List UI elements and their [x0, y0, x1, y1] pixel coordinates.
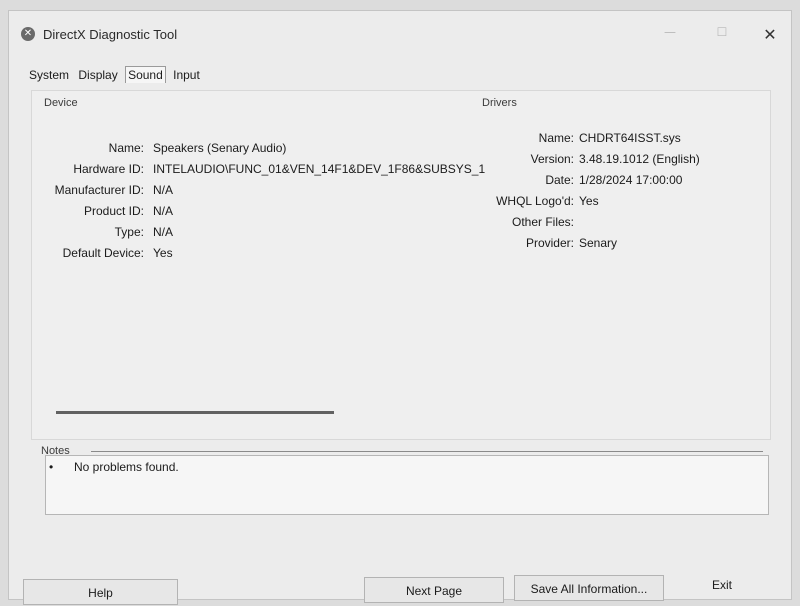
field-label: Manufacturer ID: [54, 183, 144, 197]
field-label: Hardware ID: [73, 162, 144, 176]
tab-system[interactable]: System [27, 67, 71, 83]
maximize-button[interactable]: ☐ [707, 25, 737, 45]
field-label: Provider: [525, 236, 574, 250]
help-button[interactable]: Help [23, 579, 178, 605]
exit-button[interactable]: Exit [652, 571, 792, 597]
field-label: Name: [538, 131, 574, 145]
field-value: Senary [579, 236, 618, 250]
tab-input[interactable]: Input [171, 67, 202, 83]
drivers-group-label: Drivers [482, 97, 517, 109]
sound-tab-panel: Device Drivers Name: Speakers (Senary Au… [31, 90, 771, 440]
title-bar: ✕ DirectX Diagnostic Tool — ☐ ✕ [9, 11, 791, 55]
field-label: Default Device: [62, 246, 144, 260]
notes-box[interactable]: • No problems found. [45, 455, 769, 515]
field-value: Yes [153, 246, 173, 260]
field-value: INTELAUDIO\FUNC_01&VEN_14F1&DEV_1F86&SUB… [153, 162, 486, 176]
field-label: Version: [530, 152, 574, 166]
dxdiag-window: ✕ DirectX Diagnostic Tool — ☐ ✕ System D… [8, 10, 792, 605]
device-horizontal-scrollbar[interactable] [56, 411, 334, 414]
minimize-button[interactable]: — [655, 25, 685, 45]
next-page-button[interactable]: Next Page [364, 577, 504, 603]
field-label: Date: [545, 173, 574, 187]
field-value: Speakers (Senary Audio) [153, 141, 287, 155]
tab-strip: System Display Sound Input [27, 66, 204, 84]
bullet-icon: • [49, 460, 54, 474]
field-label: Type: [114, 225, 144, 239]
directx-x-icon: ✕ [21, 27, 35, 41]
device-group-label: Device [44, 97, 78, 109]
tab-display[interactable]: Display [76, 67, 119, 83]
window-title: DirectX Diagnostic Tool [43, 27, 178, 42]
field-value: 3.48.19.1012 (English) [579, 152, 700, 166]
field-value: CHDRT64ISST.sys [579, 131, 681, 145]
field-label: Product ID: [83, 204, 144, 218]
field-label: Other Files: [511, 215, 574, 229]
save-all-information-button[interactable]: Save All Information... [514, 575, 664, 601]
field-value: 1/28/2024 17:00:00 [579, 173, 683, 187]
field-label: WHQL Logo'd: [496, 194, 574, 208]
notes-item: No problems found. [74, 460, 179, 474]
field-label: Name: [108, 141, 144, 155]
tab-sound[interactable]: Sound [125, 66, 166, 83]
close-button[interactable]: ✕ [755, 25, 785, 45]
field-value: N/A [153, 183, 174, 197]
field-value: N/A [153, 225, 174, 239]
notes-divider [91, 451, 763, 452]
field-value: N/A [153, 204, 174, 218]
field-value: Yes [579, 194, 599, 208]
